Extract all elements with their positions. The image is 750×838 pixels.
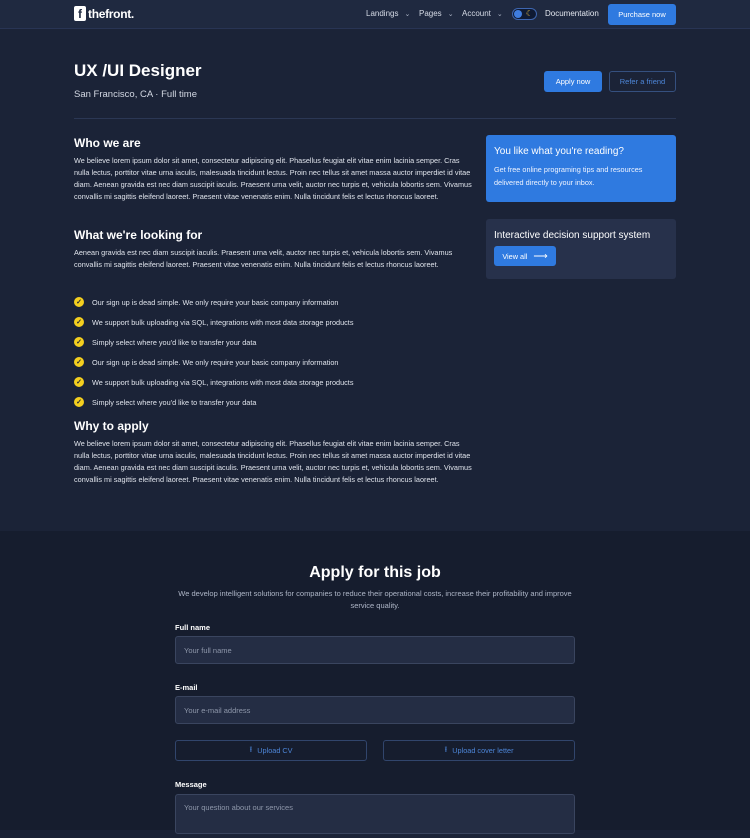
nav-pages-label: Pages	[419, 9, 442, 18]
upload-cover-letter-label: Upload cover letter	[452, 746, 514, 755]
why-apply-heading: Why to apply	[74, 419, 149, 433]
top-navbar: f thefront. Landings ⌄ Pages ⌄ Account ⌄…	[0, 0, 750, 29]
upload-cover-letter-button[interactable]: ⭱ Upload cover letter	[383, 740, 575, 761]
chevron-down-icon: ⌄	[404, 10, 411, 18]
toggle-knob	[514, 10, 522, 18]
message-label: Message	[175, 780, 207, 789]
looking-for-text: Aenean gravida est nec diam suscipit iac…	[74, 248, 453, 269]
upload-cv-label: Upload CV	[257, 746, 293, 755]
full-name-input[interactable]	[176, 637, 574, 663]
full-name-field	[175, 636, 575, 664]
chevron-down-icon: ⌄	[496, 10, 503, 18]
who-we-are-text: We believe lorem ipsum dolor sit amet, c…	[74, 156, 472, 201]
full-name-label: Full name	[175, 623, 211, 632]
theme-toggle[interactable]: ☾	[512, 8, 537, 20]
nav-landings-label: Landings	[366, 9, 399, 18]
check-icon: ✓	[74, 297, 84, 307]
newsletter-card-text: Get free online programing tips and reso…	[494, 165, 643, 187]
who-we-are-heading: Who we are	[74, 136, 141, 150]
nav-landings[interactable]: Landings ⌄	[366, 9, 410, 18]
chevron-down-icon: ⌄	[447, 10, 454, 18]
list-item: ✓ Simply select where you'd like to trans…	[74, 332, 474, 352]
list-item-text: Simply select where you'd like to transf…	[92, 337, 257, 347]
list-item-text: Our sign up is dead simple. We only requ…	[92, 297, 339, 307]
email-label: E-mail	[175, 683, 198, 692]
message-textarea[interactable]	[176, 795, 574, 833]
looking-for-heading: What we're looking for	[74, 228, 203, 242]
logo-mark-icon: f	[74, 6, 86, 21]
purchase-button[interactable]: Purchase now	[608, 4, 676, 25]
upload-arrow-icon: ⭱	[249, 744, 253, 754]
logo-text: thefront.	[88, 6, 134, 21]
upload-arrow-icon: ⭱	[444, 744, 448, 754]
moon-icon: ☾	[525, 9, 533, 18]
check-icon: ✓	[74, 377, 84, 387]
check-icon: ✓	[74, 397, 84, 407]
list-item: ✓ Simply select where you'd like to trans…	[74, 392, 474, 412]
apply-title: Apply for this job	[309, 564, 441, 581]
why-apply-text: We believe lorem ipsum dolor sit amet, c…	[74, 439, 472, 484]
apply-section: Apply for this job We develop intelligen…	[0, 531, 750, 834]
view-all-button[interactable]: View all ⟶	[494, 246, 556, 266]
list-item: ✓ Our sign up is dead simple. We only req…	[74, 292, 474, 312]
decision-support-card: Interactive decision support system View…	[486, 219, 676, 279]
list-item-text: Our sign up is dead simple. We only requ…	[92, 357, 339, 367]
divider	[74, 118, 676, 119]
job-meta: San Francisco, CA · Full time	[74, 89, 198, 100]
check-icon: ✓	[74, 357, 84, 367]
check-icon: ✓	[74, 317, 84, 327]
job-title: UX /UI Designer	[74, 61, 202, 80]
decision-support-title: Interactive decision support system	[494, 230, 651, 241]
brand-logo[interactable]: f thefront.	[74, 6, 134, 21]
list-item: ✓ We support bulk uploading via SQL, inte…	[74, 372, 474, 392]
requirements-list: ✓ Our sign up is dead simple. We only req…	[74, 292, 474, 412]
view-all-label: View all	[502, 251, 528, 261]
message-field	[175, 794, 575, 834]
newsletter-card-title: You like what you're reading?	[494, 146, 624, 157]
nav-account-label: Account	[462, 9, 491, 18]
nav-pages[interactable]: Pages ⌄	[419, 9, 454, 18]
list-item: ✓ Our sign up is dead simple. We only req…	[74, 352, 474, 372]
check-icon: ✓	[74, 337, 84, 347]
list-item-text: We support bulk uploading via SQL, integ…	[92, 317, 354, 327]
email-field	[175, 696, 575, 724]
email-input[interactable]	[176, 697, 574, 723]
list-item-text: We support bulk uploading via SQL, integ…	[92, 377, 354, 387]
upload-cv-button[interactable]: ⭱ Upload CV	[175, 740, 367, 761]
documentation-link[interactable]: Documentation	[545, 9, 599, 18]
newsletter-card[interactable]: You like what you're reading? Get free o…	[486, 135, 676, 202]
arrow-right-icon: ⟶	[533, 250, 548, 262]
apply-now-button[interactable]: Apply now	[544, 71, 602, 92]
apply-subtitle: We develop intelligent solutions for com…	[178, 589, 572, 610]
list-item: ✓ We support bulk uploading via SQL, inte…	[74, 312, 474, 332]
list-item-text: Simply select where you'd like to transf…	[92, 397, 257, 407]
refer-friend-button[interactable]: Refer a friend	[609, 71, 676, 92]
nav-account[interactable]: Account ⌄	[462, 9, 503, 18]
